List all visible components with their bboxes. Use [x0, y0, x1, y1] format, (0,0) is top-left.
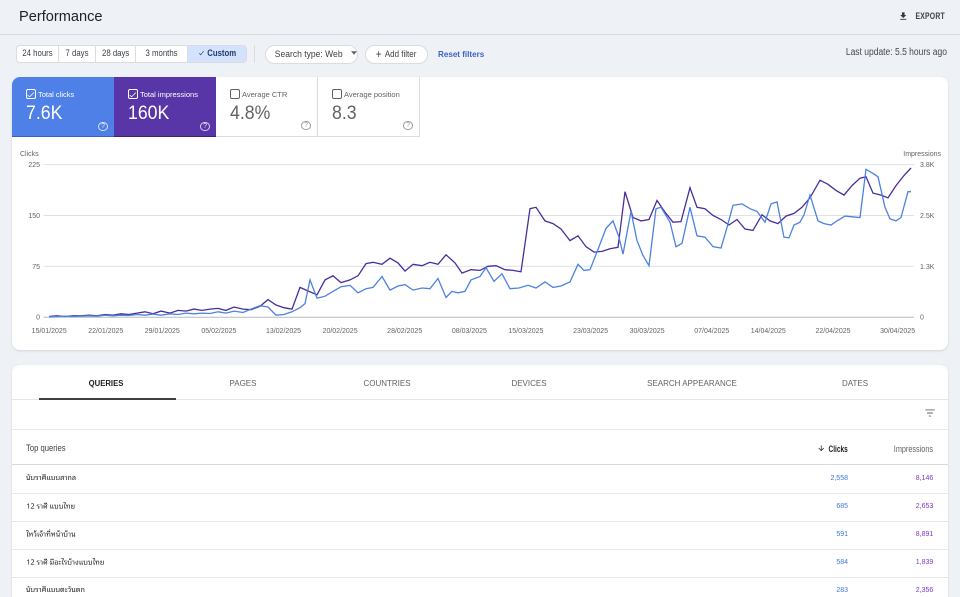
- svg-text:Impressions: Impressions: [903, 151, 941, 158]
- svg-text:0: 0: [920, 315, 924, 322]
- svg-text:07/04/2025: 07/04/2025: [694, 328, 729, 335]
- svg-text:13/02/2025: 13/02/2025: [266, 328, 301, 335]
- svg-text:1.3K: 1.3K: [920, 264, 935, 271]
- svg-text:28/02/2025: 28/02/2025: [387, 328, 422, 335]
- svg-text:150: 150: [28, 213, 40, 220]
- svg-text:2.5K: 2.5K: [920, 213, 935, 220]
- svg-text:22/04/2025: 22/04/2025: [815, 328, 850, 335]
- svg-text:15/03/2025: 15/03/2025: [508, 328, 543, 335]
- svg-text:22/01/2025: 22/01/2025: [88, 328, 123, 335]
- svg-text:225: 225: [28, 162, 40, 169]
- svg-text:29/01/2025: 29/01/2025: [145, 328, 180, 335]
- svg-text:0: 0: [36, 315, 40, 322]
- svg-text:30/03/2025: 30/03/2025: [630, 328, 665, 335]
- svg-text:23/03/2025: 23/03/2025: [573, 328, 608, 335]
- svg-text:14/04/2025: 14/04/2025: [751, 328, 786, 335]
- svg-text:08/03/2025: 08/03/2025: [452, 328, 487, 335]
- svg-text:Clicks: Clicks: [20, 151, 39, 158]
- svg-text:30/04/2025: 30/04/2025: [880, 328, 915, 335]
- svg-text:15/01/2025: 15/01/2025: [32, 328, 67, 335]
- svg-text:3.8K: 3.8K: [920, 162, 935, 169]
- svg-text:05/02/2025: 05/02/2025: [201, 328, 236, 335]
- svg-text:20/02/2025: 20/02/2025: [323, 328, 358, 335]
- svg-text:75: 75: [32, 264, 40, 271]
